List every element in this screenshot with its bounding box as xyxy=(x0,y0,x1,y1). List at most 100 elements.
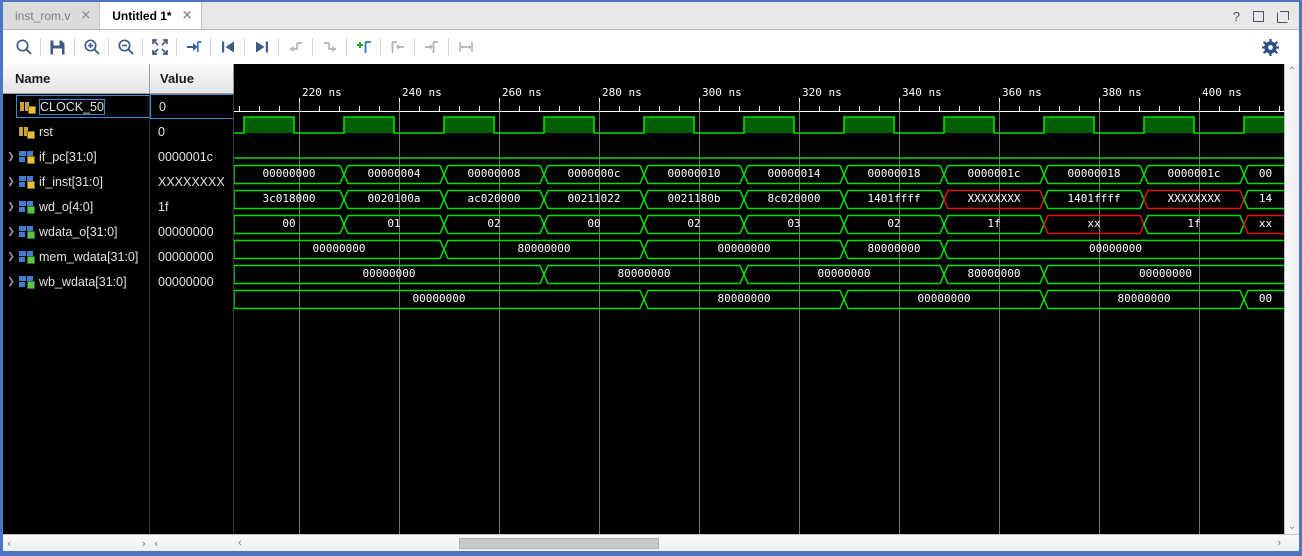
prev-step-icon[interactable] xyxy=(281,34,310,60)
signal-name-label: CLOCK_50 xyxy=(39,98,105,115)
tab-label: inst_rom.v xyxy=(15,8,71,23)
scroll-left-icon[interactable]: ‹ xyxy=(154,537,158,550)
hscrollbar-thumb[interactable] xyxy=(459,538,659,549)
bus-value-label: 0000000c xyxy=(567,167,621,180)
waveform-hscrollbar[interactable]: ‹ › xyxy=(234,534,1299,551)
scroll-down-icon[interactable]: ⌄ xyxy=(1288,521,1296,532)
tab-close-icon[interactable]: × xyxy=(182,9,193,22)
signal-value-wd_o40[interactable]: 1f xyxy=(150,194,234,219)
bus-value-label: 02 xyxy=(887,217,901,230)
tab-inst-rom-v[interactable]: inst_rom.v × xyxy=(3,2,101,29)
signal-row-if_pc310[interactable]: ❯ if_pc[31:0] xyxy=(3,144,150,169)
tab-untitled-1[interactable]: Untitled 1* × xyxy=(100,2,202,29)
toolbar-separator xyxy=(142,38,143,56)
find-icon[interactable] xyxy=(9,34,38,60)
name-column-hscrollbar[interactable]: ‹ › xyxy=(3,534,150,551)
signal-value-if_pc310[interactable]: 0000001c xyxy=(150,144,234,169)
bus-value-label: 02 xyxy=(687,217,701,230)
waveform-canvas[interactable]: 220 ns 240 ns 260 ns 280 ns 300 ns 320 ns 340 … xyxy=(234,64,1299,551)
bus-value-label: 01 xyxy=(387,217,401,230)
save-icon[interactable] xyxy=(43,34,72,60)
scroll-left-icon[interactable]: ‹ xyxy=(7,537,11,550)
expand-arrow-icon[interactable]: ❯ xyxy=(3,251,19,262)
bus-value-label: xx xyxy=(1087,217,1101,230)
rst-waveform xyxy=(234,157,1287,159)
signal-row-wdata_o310[interactable]: ❯ wdata_o[31:0] xyxy=(3,219,150,244)
bus-value-label: 00000000 xyxy=(262,167,316,180)
scroll-left-icon[interactable]: ‹ xyxy=(234,537,242,549)
signal-row-wd_o40[interactable]: ❯ wd_o[4:0] xyxy=(3,194,150,219)
expand-arrow-icon[interactable]: ❯ xyxy=(3,226,19,237)
bus-value-label: 00000000 xyxy=(717,242,771,255)
toolbar-separator xyxy=(176,38,177,56)
tab-label: Untitled 1* xyxy=(112,8,172,23)
signal-row-wb_wdata310[interactable]: ❯ wb_wdata[31:0] xyxy=(3,269,150,294)
waveform-vscrollbar[interactable]: ⌃ ⌄ xyxy=(1284,64,1299,534)
bus-value-label: 80000000 xyxy=(867,242,921,255)
bus-value-label: ac020000 xyxy=(467,192,521,205)
detach-icon[interactable] xyxy=(1277,10,1289,23)
ruler-time-label: 340 ns xyxy=(902,86,942,99)
expand-arrow-icon[interactable]: ❯ xyxy=(3,276,19,287)
signal-row-if_inst310[interactable]: ❯ if_inst[31:0] xyxy=(3,169,150,194)
scroll-right-icon[interactable]: › xyxy=(142,537,146,550)
time-ruler[interactable]: 220 ns 240 ns 260 ns 280 ns 300 ns 320 ns 340 … xyxy=(234,64,1299,112)
scroll-up-icon[interactable]: ⌃ xyxy=(1288,66,1296,77)
signal-value-wdata_o310[interactable]: 00000000 xyxy=(150,219,234,244)
signal-value-rst[interactable]: 0 xyxy=(150,119,234,144)
ruler-time-label: 220 ns xyxy=(302,86,342,99)
bus-value-label: 00 xyxy=(1258,167,1273,180)
waveform-row-wb_wdata310: 00000000 80000000 00000000 80000000 00 xyxy=(234,287,1299,312)
signal-row-clock_50[interactable]: CLOCK_50 xyxy=(3,94,150,119)
signal-row-mem_wdata310[interactable]: ❯ mem_wdata[31:0] xyxy=(3,244,150,269)
wire-lock-icon xyxy=(19,125,35,139)
waveform-row-wd_o40: 00 01 02 00 02 03 02 1f xx 1f xx xyxy=(234,212,1299,237)
zoom-in-icon[interactable] xyxy=(77,34,106,60)
signal-name-label: if_pc[31:0] xyxy=(39,149,97,164)
scroll-right-icon[interactable]: › xyxy=(1277,537,1281,549)
zoom-out-icon[interactable] xyxy=(111,34,140,60)
bus-value-label: 80000000 xyxy=(617,267,671,280)
bus-value-label: 80000000 xyxy=(717,292,771,305)
bus-value-label: 00000014 xyxy=(767,167,821,180)
help-icon[interactable]: ? xyxy=(1233,10,1240,23)
next-marker-icon[interactable] xyxy=(417,34,446,60)
settings-gear-icon[interactable] xyxy=(1256,34,1285,60)
expand-arrow-icon[interactable]: ❯ xyxy=(3,176,19,187)
signal-name-label: mem_wdata[31:0] xyxy=(39,249,139,264)
signal-value-wb_wdata310[interactable]: 00000000 xyxy=(150,269,234,294)
expand-arrow-icon[interactable]: ❯ xyxy=(3,201,19,212)
bus-value-label: 1f xyxy=(987,217,1001,230)
zoom-fit-icon[interactable] xyxy=(145,34,174,60)
ruler-time-label: 400 ns xyxy=(1202,86,1242,99)
expand-arrow-icon[interactable]: ❯ xyxy=(3,151,19,162)
bus-value-label: XXXXXXXX xyxy=(967,192,1021,205)
add-marker-icon[interactable] xyxy=(349,34,378,60)
maximize-icon[interactable] xyxy=(1253,11,1264,22)
prev-marker-icon[interactable] xyxy=(383,34,412,60)
signal-value-list: 0 0 0000001c XXXXXXXX 1f 00000000 00000000 0000… xyxy=(150,94,234,294)
signal-row-rst[interactable]: rst xyxy=(3,119,150,144)
tab-close-icon[interactable]: × xyxy=(80,9,91,22)
measure-icon[interactable] xyxy=(451,34,480,60)
ruler-time-label: 280 ns xyxy=(602,86,642,99)
bus-value-label: 00000018 xyxy=(1067,167,1121,180)
prev-all-icon[interactable] xyxy=(213,34,242,60)
bus-value-label: 00000000 xyxy=(412,292,466,305)
next-all-icon[interactable] xyxy=(247,34,276,60)
goto-time-icon[interactable] xyxy=(179,34,208,60)
bus-value-label: 00 xyxy=(587,217,601,230)
signal-value-mem_wdata310[interactable]: 00000000 xyxy=(150,244,234,269)
waveform-body: Name CLOCK_50 rst ❯ if_pc[31:0] ❯ if_inst[31:… xyxy=(3,64,1299,551)
bus-value-label: 14 xyxy=(1258,192,1273,205)
value-column-hscrollbar[interactable]: ‹ xyxy=(150,534,234,551)
bus-value-label: 00000000 xyxy=(817,267,871,280)
signal-value-clock_50[interactable]: 0 xyxy=(150,94,234,119)
bus-value-label: 0000001c xyxy=(1167,167,1221,180)
signal-value-if_inst310[interactable]: XXXXXXXX xyxy=(150,169,234,194)
bus-lock-icon xyxy=(19,175,35,189)
next-step-icon[interactable] xyxy=(315,34,344,60)
signal-name-cell: wd_o[4:0] xyxy=(19,200,150,214)
bus-value-label: 00000004 xyxy=(367,167,421,180)
toolbar-separator xyxy=(448,38,449,56)
